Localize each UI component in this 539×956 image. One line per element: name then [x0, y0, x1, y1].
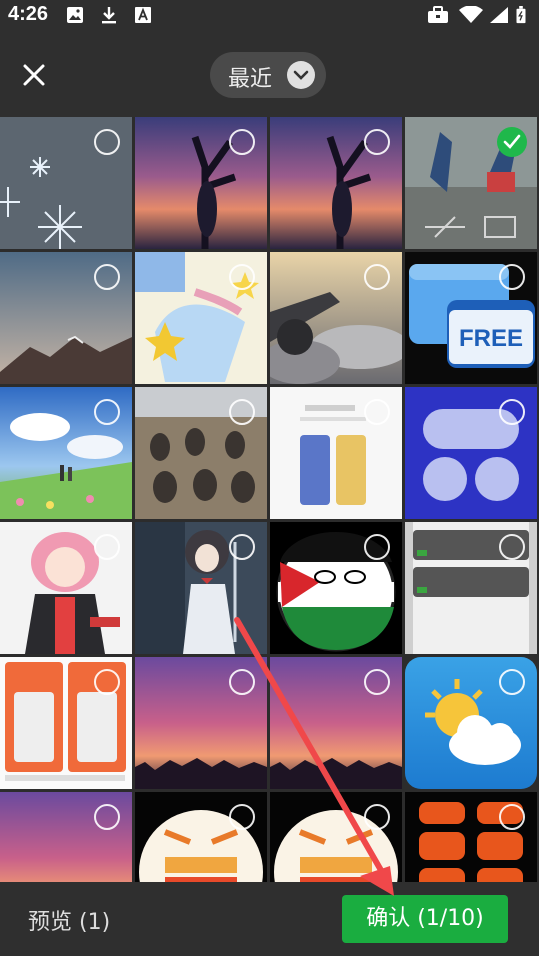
select-circle[interactable] — [499, 804, 525, 830]
photo-thumbnail[interactable] — [135, 117, 267, 249]
preview-button[interactable]: 预览 (1) — [28, 904, 110, 936]
select-circle[interactable] — [229, 669, 255, 695]
photo-thumbnail[interactable] — [270, 657, 402, 789]
select-circle[interactable] — [229, 264, 255, 290]
album-selector[interactable]: 最近 — [210, 52, 326, 98]
svg-text:FREE: FREE — [459, 325, 523, 352]
photo-thumbnail[interactable] — [135, 252, 267, 384]
image-icon — [67, 7, 83, 23]
photo-thumbnail[interactable] — [135, 792, 267, 882]
select-circle[interactable] — [94, 129, 120, 155]
status-bar: 4:26 — [0, 0, 539, 30]
select-circle[interactable] — [94, 804, 120, 830]
select-circle[interactable] — [364, 264, 390, 290]
photo-thumbnail[interactable] — [0, 522, 132, 654]
album-label: 最近 — [228, 67, 273, 92]
photo-thumbnail[interactable] — [270, 387, 402, 519]
photo-thumbnail[interactable] — [405, 657, 537, 789]
select-circle[interactable] — [229, 399, 255, 425]
select-circle[interactable] — [499, 264, 525, 290]
a-letter-icon — [135, 7, 151, 23]
select-circle[interactable] — [229, 804, 255, 830]
photo-thumbnail[interactable] — [0, 792, 132, 882]
select-circle[interactable] — [94, 399, 120, 425]
wifi-icon — [459, 6, 483, 23]
photo-thumbnail[interactable] — [135, 387, 267, 519]
select-circle[interactable] — [364, 804, 390, 830]
battery-icon — [516, 6, 526, 24]
check-icon — [503, 134, 521, 149]
photo-thumbnail[interactable] — [0, 252, 132, 384]
photo-thumbnail[interactable] — [270, 117, 402, 249]
chevron-down-icon — [287, 61, 315, 89]
photo-grid: FREE — [0, 117, 539, 882]
photo-thumbnail[interactable] — [405, 792, 537, 882]
photo-thumbnail[interactable]: FREE — [405, 252, 537, 384]
close-icon[interactable] — [18, 59, 50, 91]
photo-thumbnail[interactable] — [270, 792, 402, 882]
photo-thumbnail[interactable] — [0, 387, 132, 519]
select-circle[interactable] — [499, 399, 525, 425]
selected-checkmark[interactable] — [497, 127, 527, 157]
photo-thumbnail-selected[interactable] — [405, 117, 537, 249]
photo-thumbnail[interactable] — [405, 387, 537, 519]
photo-thumbnail[interactable] — [405, 522, 537, 654]
download-icon — [102, 7, 116, 24]
signal-icon — [490, 7, 508, 23]
select-circle[interactable] — [499, 534, 525, 560]
photo-thumbnail[interactable] — [0, 117, 132, 249]
header-bar: 最近 — [0, 30, 539, 117]
select-circle[interactable] — [364, 534, 390, 560]
photo-thumbnail[interactable] — [135, 657, 267, 789]
select-circle[interactable] — [364, 129, 390, 155]
select-circle[interactable] — [94, 264, 120, 290]
select-circle[interactable] — [364, 669, 390, 695]
select-circle[interactable] — [229, 129, 255, 155]
bottom-bar: 预览 (1) 确认 (1/10) — [0, 882, 539, 956]
photo-thumbnail[interactable] — [135, 522, 267, 654]
select-circle[interactable] — [94, 669, 120, 695]
confirm-button[interactable]: 确认 (1/10) — [342, 895, 508, 943]
status-time: 4:26 — [8, 3, 49, 25]
briefcase-icon — [428, 6, 448, 23]
select-circle[interactable] — [499, 669, 525, 695]
select-circle[interactable] — [364, 399, 390, 425]
photo-thumbnail[interactable] — [270, 522, 402, 654]
photo-thumbnail[interactable] — [0, 657, 132, 789]
select-circle[interactable] — [94, 534, 120, 560]
photo-thumbnail[interactable] — [270, 252, 402, 384]
select-circle[interactable] — [229, 534, 255, 560]
